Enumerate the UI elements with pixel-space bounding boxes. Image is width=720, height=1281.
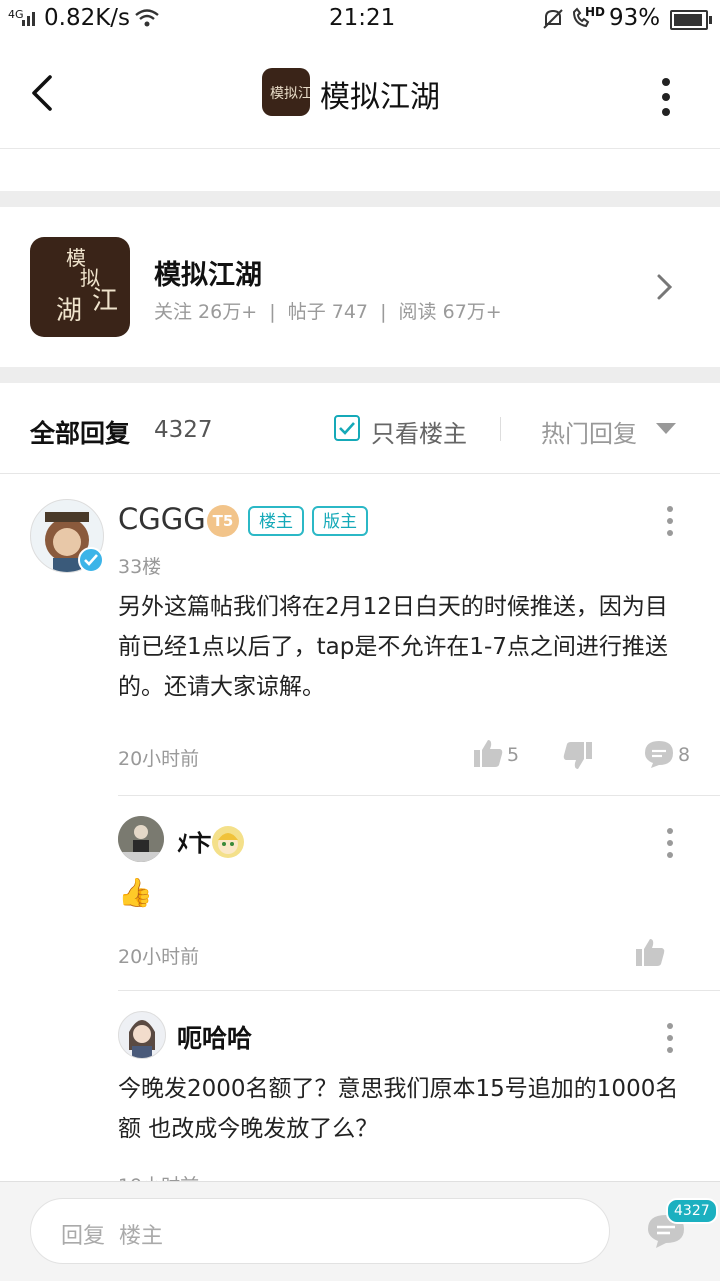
reply-more-icon[interactable] bbox=[667, 506, 675, 542]
tag-thread-author: 楼主 bbox=[248, 506, 304, 536]
like-icon[interactable] bbox=[634, 936, 666, 968]
author-only-checkbox[interactable] bbox=[334, 415, 360, 441]
separator-band bbox=[0, 191, 720, 207]
like-count: 5 bbox=[507, 744, 520, 766]
status-bar: 4G 0.82K/s 21:21 HD 93% bbox=[0, 0, 720, 38]
sub-reply-more-icon[interactable] bbox=[667, 828, 675, 864]
forum-logo: 模 拟 江 湖 bbox=[30, 237, 130, 337]
reply-time: 20小时前 bbox=[118, 748, 200, 770]
sub-reply-content: 👍 bbox=[118, 876, 153, 909]
svg-text:江: 江 bbox=[92, 286, 118, 316]
replies-count: 4327 bbox=[154, 417, 213, 443]
comment-count: 8 bbox=[678, 744, 691, 766]
reply-input-placeholder: 回复 楼主 bbox=[61, 1224, 163, 1249]
replies-filter-bar: 全部回复 4327 只看楼主 热门回复 bbox=[0, 383, 720, 474]
sub-reply-item: 呃哈哈 今晚发2000名额了？意思我们原本15号追加的1000名额 也改成今晚发… bbox=[0, 991, 720, 1181]
avatar[interactable] bbox=[118, 1011, 166, 1059]
reply-input[interactable]: 回复 楼主 bbox=[30, 1198, 610, 1264]
level-badge: T5 bbox=[207, 505, 239, 537]
sub-reply-content: 今晚发2000名额了？意思我们原本15号追加的1000名额 也改成今晚发放了么？ bbox=[118, 1076, 679, 1142]
separator-band-2 bbox=[0, 367, 720, 383]
clock: 21:21 bbox=[329, 5, 396, 31]
hd-label: HD bbox=[585, 5, 606, 19]
replies-label: 全部回复 bbox=[30, 419, 131, 448]
game-logo-small: 模拟江湖 bbox=[262, 68, 310, 116]
comment-count-badge: 4327 bbox=[666, 1198, 718, 1224]
floor-number: 33楼 bbox=[118, 556, 162, 578]
sort-dropdown[interactable]: 热门回复 bbox=[541, 414, 637, 449]
forum-stats: 关注 26万+ | 帖子 747 | 阅读 67万+ bbox=[154, 301, 502, 323]
mute-bell-icon bbox=[543, 9, 563, 29]
author-name[interactable]: CGGG bbox=[118, 502, 206, 536]
dropdown-arrow-icon[interactable] bbox=[656, 423, 676, 435]
filter-divider bbox=[500, 417, 501, 441]
battery-percent: 93% bbox=[609, 5, 661, 31]
reply-content: 另外这篇帖我们将在2月12日白天的时候推送，因为目前已经1点以后了，tap是不允… bbox=[118, 594, 668, 700]
chevron-right-icon bbox=[657, 274, 673, 300]
forum-card[interactable]: 模 拟 江 湖 模拟江湖 关注 26万+ | 帖子 747 | 阅读 67万+ bbox=[0, 207, 720, 367]
wifi-icon bbox=[135, 9, 159, 27]
fan-badge-icon bbox=[212, 826, 244, 858]
sub-reply-author[interactable]: 呃哈哈 bbox=[177, 1019, 252, 1055]
tag-moderator: 版主 bbox=[312, 506, 368, 536]
sub-reply-item: ﾒ卞 👍 20小时前 bbox=[0, 796, 720, 990]
page-title: 模拟江湖 bbox=[320, 80, 440, 115]
sub-reply-more-icon[interactable] bbox=[667, 1023, 675, 1059]
verified-badge-icon bbox=[78, 547, 104, 573]
reply-item: CGGG T5 楼主 版主 33楼 另外这篇帖我们将在2月12日白天的时候推送，… bbox=[0, 474, 720, 794]
author-only-label[interactable]: 只看楼主 bbox=[371, 414, 467, 449]
comment-icon[interactable] bbox=[643, 739, 675, 769]
more-options-icon[interactable] bbox=[662, 78, 670, 123]
back-arrow-icon[interactable] bbox=[30, 75, 54, 111]
avatar[interactable] bbox=[118, 816, 164, 862]
forum-logo-art: 模 拟 江 湖 bbox=[56, 246, 118, 326]
top-nav-bar: 模拟江湖 模拟江湖 bbox=[0, 38, 720, 149]
logo-text: 模拟江湖 bbox=[270, 86, 310, 102]
sub-reply-time: 20小时前 bbox=[118, 946, 200, 968]
dislike-icon[interactable] bbox=[562, 740, 594, 772]
like-icon[interactable] bbox=[472, 737, 504, 769]
battery-icon bbox=[670, 10, 712, 30]
forum-name: 模拟江湖 bbox=[154, 260, 262, 291]
sub-reply-time: 19小时前 bbox=[118, 1171, 199, 1181]
network-speed: 0.82K/s bbox=[44, 5, 131, 31]
signal-bars-icon bbox=[22, 12, 35, 26]
sub-reply-author[interactable]: ﾒ卞 bbox=[177, 824, 212, 858]
svg-text:湖: 湖 bbox=[56, 296, 82, 326]
bottom-reply-bar: 回复 楼主 4327 bbox=[0, 1181, 720, 1281]
